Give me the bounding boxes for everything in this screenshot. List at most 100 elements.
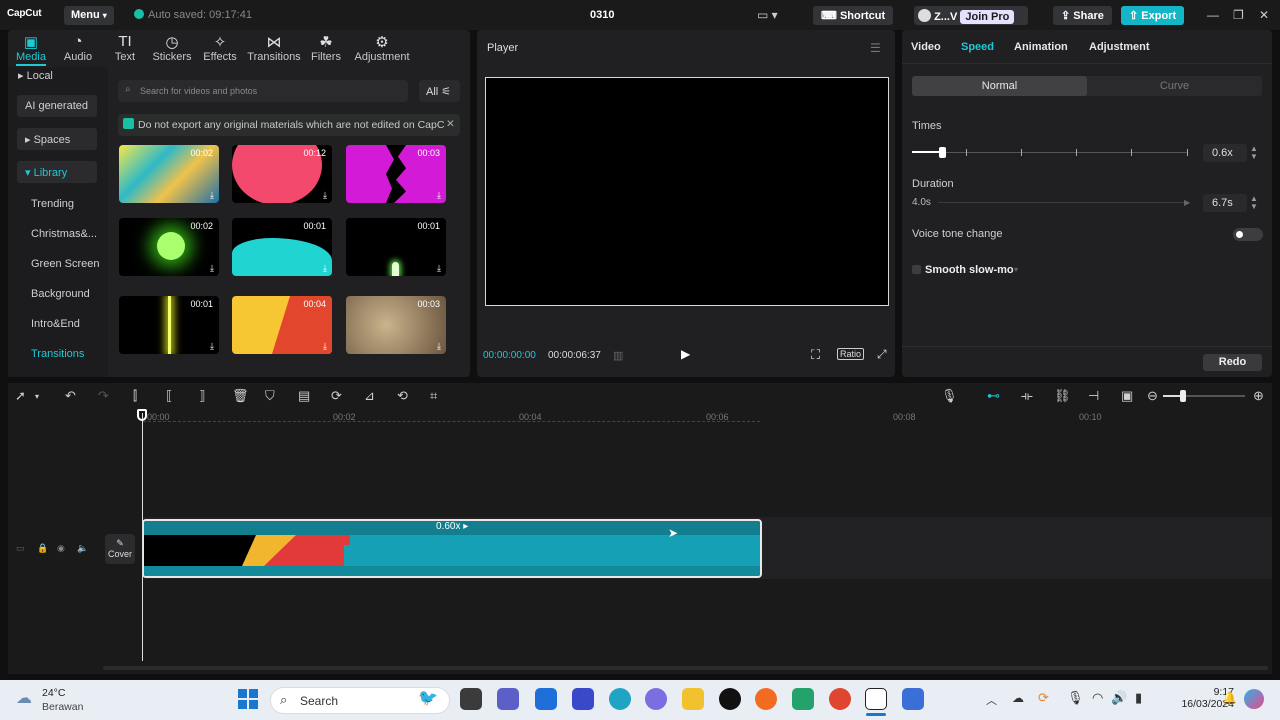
expand-icon[interactable]: ⤢ [877,347,887,362]
timeline-scrollbar[interactable] [103,666,1268,670]
mail-icon[interactable] [535,688,557,710]
media-thumb[interactable]: 00:02 ⤓ [119,145,219,203]
timecode-grid-icon[interactable]: ▥ [613,349,623,362]
chevron-down-icon[interactable]: ▾ [35,392,39,401]
zoom-in-icon[interactable]: ⊕ [1253,388,1264,404]
teams-icon[interactable] [497,688,519,710]
fullscreen-focus-icon[interactable]: ⛶ [811,347,820,363]
media-thumb[interactable]: 00:03 ⤓ [346,296,446,354]
caption-icon[interactable]: ▣ [1121,388,1133,404]
menu-icon[interactable]: ☰ [870,41,881,55]
mode-curve[interactable]: Curve [1087,76,1262,96]
copilot-icon[interactable] [645,688,667,710]
share-button[interactable]: ⇪ Share [1053,6,1112,25]
split-right-icon[interactable]: ⟧ [199,388,205,404]
delete-icon[interactable]: 🗑 [232,388,249,404]
preview-canvas[interactable] [485,77,889,306]
select-cursor-icon[interactable]: ➚ [15,388,26,404]
tab-video[interactable]: Video [911,41,941,53]
link-icon[interactable]: ⛓ [1054,388,1071,404]
marker-icon[interactable]: ⛉ [265,388,275,404]
download-icon[interactable]: ⤓ [210,190,214,201]
minimize-icon[interactable]: — [1207,8,1219,22]
capcut-taskbar-icon[interactable] [865,688,887,710]
shortcut-button[interactable]: ⌨ Shortcut [813,6,894,25]
stepper-icon[interactable]: ▲ ▼ [1250,145,1258,161]
nav-background[interactable]: Background [31,288,90,300]
nav-spaces[interactable]: ▸ Spaces [17,128,97,150]
split-icon[interactable]: ⫿ [133,388,137,404]
microphone-icon[interactable]: 🎙 [1067,690,1084,706]
preview-axis-icon[interactable]: ⊣ [1088,388,1099,404]
cover-button[interactable]: ✎ Cover [105,534,135,564]
restore-icon[interactable]: ❐ [1233,8,1244,22]
auto-snap-icon[interactable]: ⟛ [1021,388,1033,404]
app-icon[interactable] [902,688,924,710]
nav-local[interactable]: ▸ Local [10,64,100,86]
tool-text[interactable]: TI Text [102,33,148,63]
redo-button[interactable]: Redo [1203,354,1262,371]
eye-icon[interactable]: ◉ [57,543,65,554]
close-icon[interactable]: ✕ [1259,8,1269,22]
close-icon[interactable]: ✕ [446,118,455,130]
download-icon[interactable]: ⤓ [323,341,327,352]
nav-intro-end[interactable]: Intro&End [31,318,80,330]
media-thumb[interactable]: 00:01 ⤓ [119,296,219,354]
app-icon[interactable] [792,688,814,710]
filter-all-button[interactable]: All ⚟ [419,80,460,102]
mirror-icon[interactable]: ⊿ [364,388,375,404]
chevron-down-icon[interactable]: ▾ [1014,265,1018,274]
freeze-icon[interactable]: ▤ [298,388,310,404]
tool-transitions[interactable]: ⋈ Transitions [245,33,303,63]
zoom-out-icon[interactable]: ⊖ [1147,388,1158,404]
nav-ai-generated[interactable]: AI generated [17,95,97,117]
nav-christmas[interactable]: Christmas&... [31,228,97,240]
download-icon[interactable]: ⤓ [210,341,214,352]
main-track-magnet-icon[interactable]: ⊷ [987,388,1000,404]
download-icon[interactable]: ⤓ [210,263,214,274]
stepper-icon[interactable]: ▲ ▼ [1250,195,1258,211]
redo-icon[interactable]: ↷ [98,388,109,404]
reverse-icon[interactable]: ⟳ [331,388,342,404]
rotate-icon[interactable]: ⟲ [397,388,408,404]
onedrive-icon[interactable]: ☁ [1012,691,1024,705]
split-left-icon[interactable]: ⟦ [166,388,172,404]
times-value-input[interactable]: 0.6x [1203,144,1247,162]
media-thumb[interactable]: 00:02 ⤓ [119,218,219,276]
times-slider-track[interactable] [912,152,1188,153]
tool-audio[interactable]: ◔ Audio [55,33,101,63]
playhead[interactable] [142,413,143,661]
firefox-icon[interactable] [755,688,777,710]
weather-temperature[interactable]: 24°C [42,687,65,699]
download-icon[interactable]: ⤓ [323,263,327,274]
windows-start-icon[interactable] [238,689,258,709]
zoom-slider[interactable] [1163,395,1245,397]
lock-icon[interactable]: 🔒 [37,543,48,554]
chevron-up-icon[interactable]: ︿ [986,692,997,708]
speaker-icon[interactable]: 🔈 [77,543,88,554]
search-input[interactable]: ⌕ Search for videos and photos [118,80,408,102]
menu-button[interactable]: Menu ▾ [64,6,114,25]
edge-icon[interactable] [609,688,631,710]
copilot-icon[interactable] [1244,689,1264,709]
tab-animation[interactable]: Animation [1014,41,1068,53]
layout-icon[interactable]: ▭ ▾ [757,8,778,22]
join-pro-badge[interactable]: Join Pro [960,10,1015,24]
zoom-handle[interactable] [1180,390,1186,402]
weather-cloud-icon[interactable]: ☁ [16,688,32,708]
download-icon[interactable]: ⤓ [323,190,327,201]
wifi-icon[interactable]: ◠ [1092,690,1103,706]
smooth-checkbox[interactable] [912,265,921,274]
times-slider-handle[interactable] [939,147,946,158]
ratio-button[interactable]: Ratio [837,348,865,360]
task-view-icon[interactable] [460,688,482,710]
pen-app-icon[interactable] [572,688,594,710]
tool-filters[interactable]: ☘ Filters [303,33,349,63]
tiktok-icon[interactable] [719,688,741,710]
media-thumb[interactable]: 00:04 ⤓ [232,296,332,354]
media-thumb[interactable]: 00:03 ⤓ [346,145,446,203]
file-explorer-icon[interactable] [682,688,704,710]
voice-tone-toggle[interactable] [1233,228,1263,241]
microphone-icon[interactable]: 🎙 [941,388,958,404]
nav-green-screen[interactable]: Green Screen [31,258,99,270]
